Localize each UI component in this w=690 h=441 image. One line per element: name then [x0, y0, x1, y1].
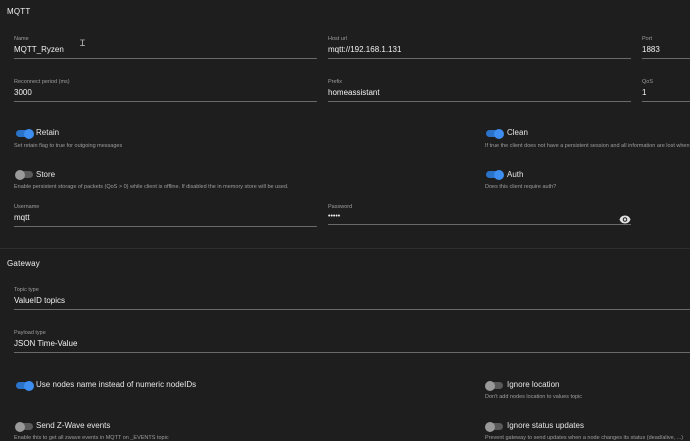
username-underline — [14, 226, 317, 227]
username-field[interactable]: Username mqtt — [14, 204, 317, 227]
reconnect-underline — [14, 101, 317, 102]
prefix-label: Prefix — [328, 79, 343, 85]
password-value[interactable]: ••••• — [328, 213, 631, 220]
use-nodes-name-toggle[interactable] — [16, 380, 34, 391]
clean-hint: If true the client does not have a persi… — [485, 143, 690, 149]
name-label: Name — [14, 36, 29, 42]
topic-type-label: Topic type — [14, 287, 39, 293]
mqtt-section-title: MQTT — [7, 7, 31, 16]
clean-label: Clean — [507, 128, 528, 137]
auth-label: Auth — [507, 170, 524, 179]
eye-icon[interactable] — [619, 211, 631, 229]
port-field[interactable]: Port 1883 — [642, 36, 690, 59]
qos-underline — [642, 101, 690, 102]
use-nodes-name-label: Use nodes name instead of numeric nodeID… — [36, 380, 197, 389]
qos-field[interactable]: QoS 1 — [642, 79, 690, 102]
name-field[interactable]: Name MQTT_Ryzen — [14, 36, 317, 59]
reconnect-label: Reconnect period (ms) — [14, 79, 70, 85]
send-zwave-events-hint: Enable this to get all zwave events in M… — [14, 435, 169, 441]
store-hint: Enable persistent storage of packets (Qo… — [14, 184, 289, 190]
payload-type-label: Payload type — [14, 330, 46, 336]
port-label: Port — [642, 36, 653, 42]
retain-toggle[interactable] — [16, 128, 34, 139]
ignore-status-toggle[interactable] — [485, 421, 503, 432]
clean-toggle[interactable] — [486, 128, 504, 139]
section-divider — [0, 248, 690, 249]
auth-toggle[interactable] — [486, 169, 504, 180]
topic-type-underline — [14, 309, 690, 310]
retain-hint: Set retain flag to true for outgoing mes… — [14, 143, 123, 149]
qos-label: QoS — [642, 79, 654, 85]
topic-type-select[interactable]: Topic type ValueID topics — [14, 287, 690, 310]
username-value[interactable]: mqtt — [14, 213, 317, 222]
text-cursor-icon: Ɪ — [80, 39, 86, 49]
prefix-field[interactable]: Prefix homeassistant — [328, 79, 631, 102]
reconnect-field[interactable]: Reconnect period (ms) 3000 — [14, 79, 317, 102]
send-zwave-events-toggle[interactable] — [15, 421, 33, 432]
prefix-underline — [328, 101, 631, 102]
ignore-status-hint: Prevent gateway to send updates when a n… — [485, 435, 684, 441]
payload-type-select[interactable]: Payload type JSON Time-Value — [14, 330, 690, 353]
send-zwave-events-label: Send Z-Wave events — [36, 421, 111, 430]
store-label: Store — [36, 170, 56, 179]
store-toggle[interactable] — [15, 169, 33, 180]
host-url-label: Host url — [328, 36, 347, 42]
host-url-underline — [328, 58, 631, 59]
ignore-status-label: Ignore status updates — [507, 421, 584, 430]
username-label: Username — [14, 204, 40, 210]
reconnect-value[interactable]: 3000 — [14, 88, 317, 97]
topic-type-value[interactable]: ValueID topics — [14, 296, 690, 305]
prefix-value[interactable]: homeassistant — [328, 88, 631, 97]
name-value[interactable]: MQTT_Ryzen — [14, 45, 317, 54]
host-url-value[interactable]: mqtt://192.168.1.131 — [328, 45, 631, 54]
password-field[interactable]: Password ••••• — [328, 204, 631, 225]
password-underline — [328, 224, 631, 225]
ignore-location-label: Ignore location — [507, 380, 560, 389]
host-url-field[interactable]: Host url mqtt://192.168.1.131 — [328, 36, 631, 59]
payload-type-value[interactable]: JSON Time-Value — [14, 339, 690, 348]
port-value[interactable]: 1883 — [642, 45, 690, 54]
port-underline — [642, 58, 690, 59]
password-label: Password — [328, 204, 353, 210]
qos-value[interactable]: 1 — [642, 88, 690, 97]
name-underline — [14, 58, 317, 59]
payload-type-underline — [14, 352, 690, 353]
gateway-section-title: Gateway — [7, 259, 40, 268]
ignore-location-toggle[interactable] — [485, 380, 503, 391]
auth-hint: Does this client require auth? — [485, 184, 557, 190]
retain-label: Retain — [36, 128, 60, 137]
ignore-location-hint: Don't add nodes location to values topic — [485, 394, 583, 400]
